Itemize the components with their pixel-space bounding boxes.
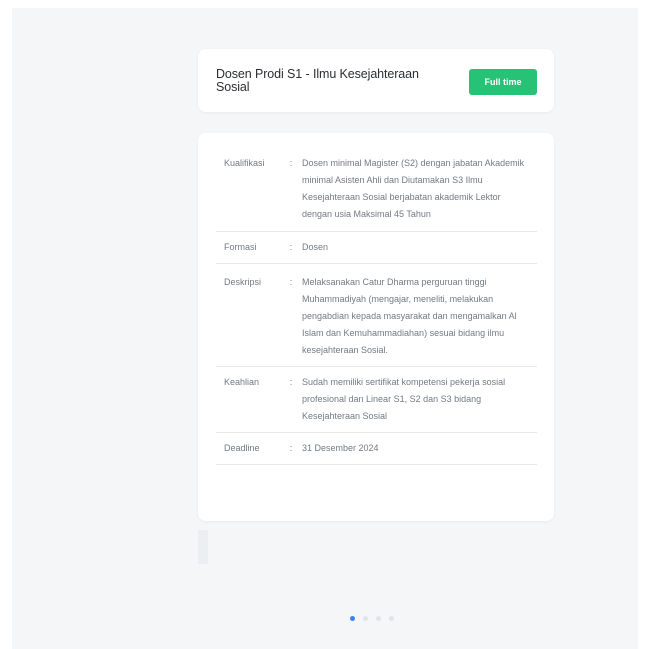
detail-separator: :: [289, 443, 293, 453]
detail-value: Dosen: [302, 242, 329, 252]
detail-label: Deskripsi: [224, 277, 262, 287]
detail-row-formasi: Formasi : Dosen: [216, 232, 537, 264]
detail-value: Dosen minimal Magister (S2) dengan jabat…: [302, 158, 525, 219]
detail-row-keahlian: Keahlian : Sudah memiliki sertifikat kom…: [216, 367, 537, 433]
detail-value: Sudah memiliki sertifikat kompetensi pek…: [302, 377, 506, 421]
loading-placeholder: [198, 530, 208, 564]
detail-label: Deadline: [224, 443, 260, 453]
job-title: Dosen Prodi S1 - Ilmu Kesejahteraan Sosi…: [216, 67, 419, 94]
job-header-card: Dosen Prodi S1 - Ilmu Kesejahteraan Sosi…: [198, 49, 554, 112]
detail-value: Melaksanakan Catur Dharma perguruan ting…: [302, 277, 517, 355]
detail-separator: :: [289, 377, 293, 387]
detail-row-kualifikasi: Kualifikasi : Dosen minimal Magister (S2…: [216, 155, 537, 232]
detail-separator: :: [289, 158, 293, 168]
detail-row-deskripsi: Deskripsi : Melaksanakan Catur Dharma pe…: [216, 264, 537, 367]
carousel-pagination: [350, 616, 394, 621]
detail-row-deadline: Deadline : 31 Desember 2024: [216, 433, 537, 465]
job-detail-table: Kualifikasi : Dosen minimal Magister (S2…: [216, 155, 537, 465]
pagination-dot[interactable]: [376, 616, 381, 621]
pagination-dot[interactable]: [350, 616, 355, 621]
detail-label: Formasi: [224, 242, 257, 252]
detail-value: 31 Desember 2024: [302, 443, 379, 453]
pagination-dot[interactable]: [363, 616, 368, 621]
detail-label: Kualifikasi: [224, 158, 265, 168]
employment-type-badge: Full time: [469, 69, 537, 95]
job-detail-card: Kualifikasi : Dosen minimal Magister (S2…: [198, 133, 554, 521]
detail-separator: :: [289, 277, 293, 287]
detail-separator: :: [289, 242, 293, 252]
pagination-dot[interactable]: [389, 616, 394, 621]
detail-label: Keahlian: [224, 377, 260, 387]
